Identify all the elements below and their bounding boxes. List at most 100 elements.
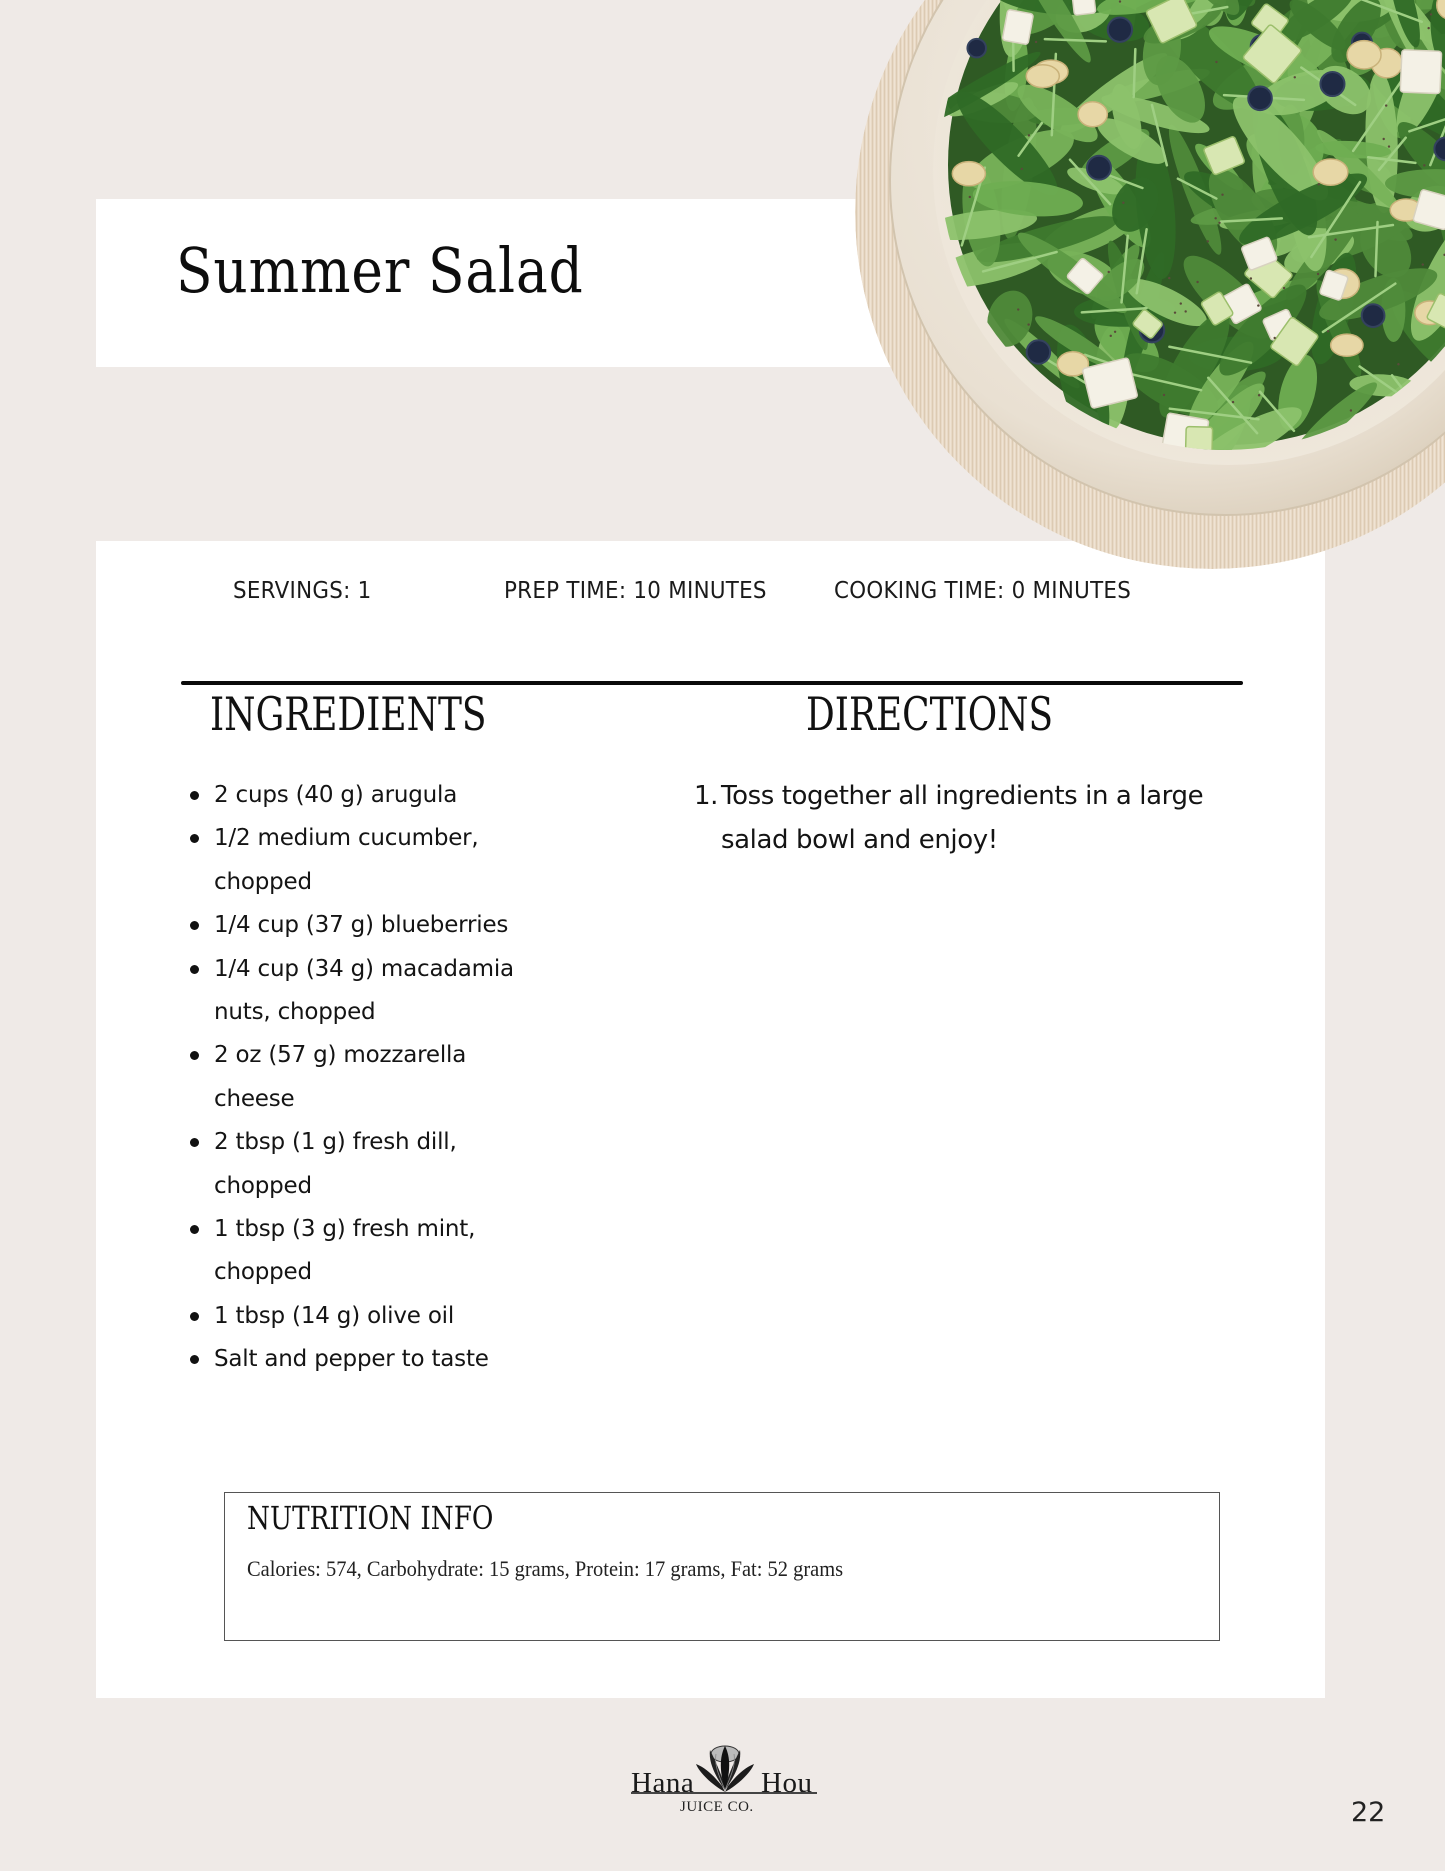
arugula-leaf: [1017, 232, 1127, 313]
arugula-leaf: [1277, 0, 1355, 43]
arugula-stem: [1041, 355, 1109, 398]
ingredient-item: 2 tbsp (1 g) fresh dill, chopped: [190, 1121, 520, 1208]
arugula-stem: [1374, 220, 1379, 278]
arugula-leaf: [1121, 353, 1219, 418]
pepper-fleck: [1196, 280, 1199, 284]
macadamia-nut: [951, 160, 987, 187]
arugula-leaf: [1404, 185, 1445, 232]
arugula-leaf: [1397, 122, 1445, 198]
arugula-leaf: [1188, 336, 1284, 372]
pepper-fleck: [1109, 334, 1112, 338]
section-divider: [181, 681, 1243, 685]
arugula-stem: [1366, 155, 1417, 165]
arugula-leaf: [1155, 55, 1205, 123]
pepper-fleck: [1122, 201, 1125, 204]
arugula-leaf: [1375, 0, 1416, 29]
pepper-fleck: [1293, 76, 1296, 79]
arugula-leaf: [948, 82, 1019, 117]
pepper-fleck: [1249, 277, 1253, 280]
arugula-leaf: [1307, 0, 1395, 23]
pepper-fleck: [1257, 304, 1260, 307]
arugula-leaf: [1208, 384, 1251, 450]
arugula-leaf: [1001, 97, 1037, 240]
arugula-leaf: [1154, 3, 1260, 110]
pepper-fleck: [1107, 270, 1110, 274]
arugula-leaf: [1057, 324, 1110, 445]
bullet-icon: [190, 834, 199, 844]
blueberry: [1319, 70, 1346, 98]
arugula-leaf: [1270, 32, 1323, 165]
pepper-fleck: [1027, 323, 1030, 326]
arugula-stem: [1300, 66, 1357, 107]
arugula-leaf: [1184, 171, 1301, 240]
arugula-leaf: [989, 0, 1122, 15]
arugula-stem: [1083, 353, 1125, 370]
arugula-leaf: [1278, 354, 1318, 431]
arugula-leaf: [1242, 264, 1287, 329]
arugula-leaf: [1027, 107, 1095, 126]
pepper-fleck: [1162, 393, 1166, 397]
arugula-leaf: [1381, 277, 1406, 342]
pepper-fleck: [1382, 137, 1385, 141]
arugula-leaf: [1223, 0, 1248, 26]
direction-step: 1. Toss together all ingredients in a lar…: [694, 774, 1254, 862]
mozzarella-cube: [1262, 308, 1297, 341]
arugula-stem: [1408, 113, 1445, 133]
macadamia-nut: [1329, 333, 1364, 358]
cucumber-cube: [1203, 136, 1245, 176]
arugula-stem: [1222, 93, 1306, 102]
bullet-icon: [190, 791, 199, 800]
arugula-leaf: [1284, 0, 1326, 54]
arugula-leaf: [1067, 167, 1125, 195]
arugula-leaf: [1374, 0, 1435, 80]
pepper-fleck: [1334, 238, 1337, 241]
arugula-leaf: [997, 0, 1029, 31]
mozzarella-cube: [1001, 9, 1034, 45]
arugula-leaf: [1024, 0, 1120, 11]
arugula-leaf: [1278, 104, 1305, 176]
arugula-leaf: [969, 129, 1074, 190]
arugula-leaf: [1284, 231, 1355, 274]
arugula-leaf: [1311, 252, 1357, 365]
bullet-icon: [190, 1355, 199, 1365]
arugula-stem: [1390, 374, 1436, 432]
arugula-leaf: [1193, 0, 1242, 7]
arugula-leaf: [1091, 244, 1140, 319]
blueberry: [1025, 339, 1052, 365]
ingredient-item: 2 cups (40 g) arugula: [190, 774, 520, 817]
ingredient-text: 1/4 cup (37 g) blueberries: [214, 912, 509, 939]
pepper-fleck: [1387, 145, 1391, 148]
arugula-leaf: [1349, 374, 1417, 397]
arugula-leaf: [1365, 70, 1398, 214]
pepper-fleck: [1215, 60, 1218, 64]
arugula-stem: [981, 250, 1058, 273]
bullet-icon: [190, 964, 199, 974]
pepper-fleck: [1421, 263, 1424, 266]
arugula-leaf: [1015, 0, 1091, 63]
arugula-leaf: [1299, 170, 1358, 207]
arugula-leaf: [1103, 68, 1210, 104]
nutrition-box: NUTRITION INFO Calories: 574, Carbohydra…: [224, 1492, 1220, 1641]
arugula-leaf: [940, 209, 1038, 240]
blueberry: [966, 37, 987, 59]
bowl-inner: [933, 0, 1445, 465]
ingredient-text: 2 tbsp (1 g) fresh dill, chopped: [214, 1129, 457, 1199]
arugula-leaf: [1373, 61, 1411, 139]
pepper-fleck: [1384, 104, 1388, 107]
arugula-leaf: [1101, 94, 1210, 134]
arugula-leaf: [1287, 0, 1384, 80]
arugula-leaf: [1162, 0, 1256, 7]
macadamia-nut: [1370, 47, 1404, 79]
blueberry: [1086, 154, 1112, 181]
placemat: [855, 0, 1445, 569]
arugula-leaf: [1219, 206, 1310, 230]
arugula-leaf: [956, 91, 1058, 195]
mozzarella-cube: [1399, 49, 1443, 95]
arugula-leaf: [1212, 49, 1305, 110]
blueberry: [1247, 85, 1273, 112]
arugula-stem: [1120, 234, 1130, 304]
arugula-leaf: [1398, 0, 1445, 102]
arugula-stem: [1068, 158, 1112, 206]
macadamia-nut: [1325, 268, 1361, 300]
arugula-stem: [1135, 228, 1148, 295]
